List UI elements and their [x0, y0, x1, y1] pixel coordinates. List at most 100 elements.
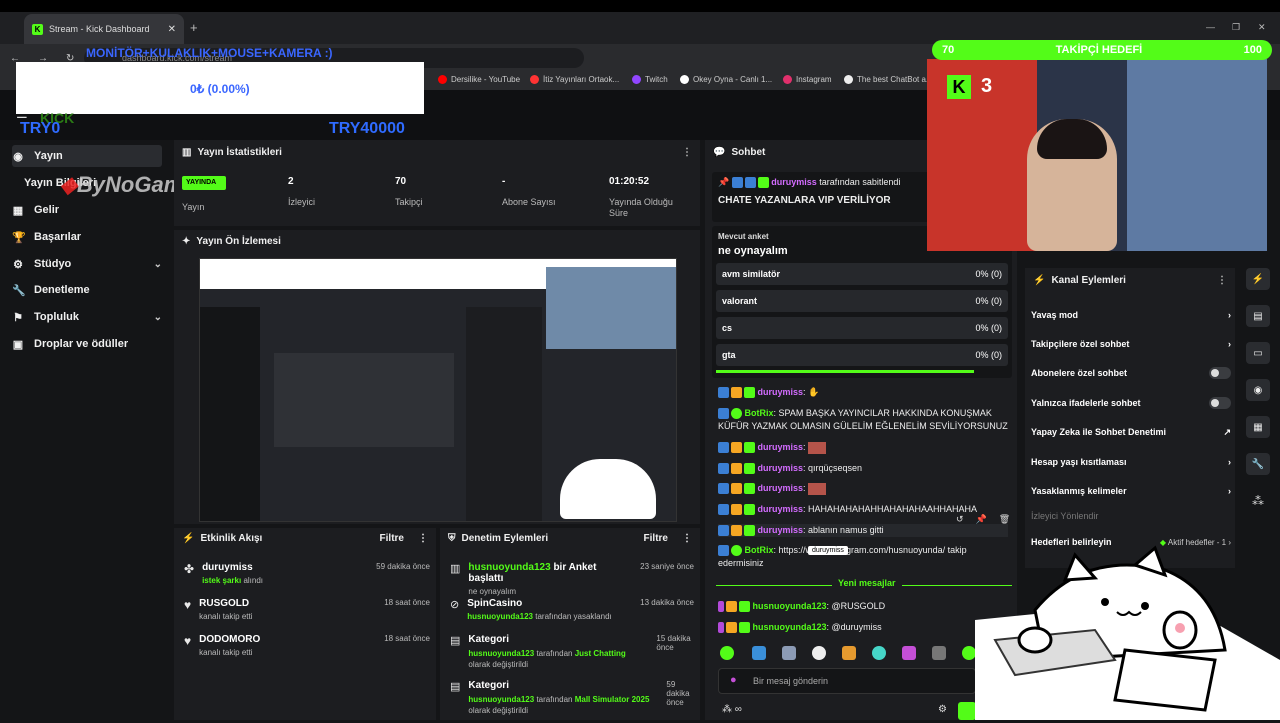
donation-goal-min: TRY0 [20, 120, 61, 137]
kick-icon: K [947, 75, 971, 99]
twitch-icon [632, 75, 641, 84]
sidebar-item-droplar[interactable]: ▣ Droplar ve ödüller [12, 333, 162, 355]
chevron-down-icon: ⌄ [153, 311, 162, 323]
activity-item: ✤ duruymiss istek şarkı alındı 59 dakika ön… [184, 562, 430, 585]
broadcast-icon: ◉ [1253, 384, 1263, 396]
chat-input[interactable]: Bir mesaj gönderin [718, 668, 976, 694]
poll-option[interactable]: valorant 0% (0) [716, 290, 1008, 312]
more-icon[interactable]: ⋮ [1217, 275, 1227, 286]
bolt-icon: ⚡ [1251, 273, 1265, 285]
bookmark-instagram[interactable]: Instagram [783, 75, 832, 84]
send-button[interactable] [958, 702, 976, 720]
stat-subscribers: - Abone Sayısı [502, 176, 556, 207]
emote-icon[interactable] [752, 646, 766, 660]
rail-layout-button[interactable]: ▦ [1246, 416, 1270, 438]
poll-option[interactable]: gta 0% (0) [716, 344, 1008, 366]
follower-goal-bar: 70 TAKİPÇİ HEDEFİ 100 [932, 40, 1272, 60]
moderation-filter-button[interactable]: Filtre [644, 533, 668, 544]
poll-label: Mevcut anket [718, 232, 769, 241]
bookmark-youtube[interactable]: Dersilike - YouTube [438, 75, 520, 84]
chat-message: duruymiss: [718, 441, 1008, 454]
action-subs-only[interactable]: Abonelere özel sohbet [1031, 366, 1231, 380]
emote-icon[interactable] [782, 646, 796, 660]
emote-icon[interactable] [932, 646, 946, 660]
dollar-icon: ▦ [12, 204, 24, 217]
rail-broadcast-button[interactable]: ◉ [1246, 379, 1270, 401]
bongo-cat-image [975, 545, 1280, 720]
subs-only-toggle[interactable] [1209, 367, 1231, 379]
bookmark-chatbot[interactable]: The best ChatBot a... [844, 75, 933, 84]
emote-icon[interactable] [812, 646, 826, 660]
bookmark-twitch[interactable]: Twitch [632, 75, 668, 84]
emotes-only-toggle[interactable] [1209, 397, 1231, 409]
rail-bolt-button[interactable]: ⚡ [1246, 268, 1270, 290]
follower-goal-current: 70 [942, 44, 955, 56]
rail-community-icon[interactable]: ⁂ [1252, 494, 1264, 508]
username-tooltip: duruymiss [808, 546, 848, 555]
emote-icon[interactable] [962, 646, 976, 660]
emote-icon [808, 441, 827, 454]
new-tab-icon[interactable]: + [190, 20, 198, 35]
action-redirect-viewers: İzleyici Yönlendir [1031, 511, 1099, 521]
category-icon: ▤ [450, 635, 461, 647]
activity-header: ⚡ Etkinlik Akışı Filtre ⋮ [182, 532, 428, 544]
moderation-header: ⛨ Denetim Eylemleri Filtre ⋮ [448, 532, 692, 544]
webcam-overlay: K 3 [927, 59, 1267, 251]
sidebar-item-yayin[interactable]: ◉ Yayın [12, 145, 162, 167]
bookmark-itiz[interactable]: İtiz Yayınları Ortaok... [530, 75, 619, 84]
poll-option[interactable]: cs 0% (0) [716, 317, 1008, 339]
chat-message: husnuoyunda123: @duruymiss [718, 621, 1008, 634]
chat-users-icon[interactable]: ⁂ ∞ [722, 704, 742, 715]
action-account-age[interactable]: Hesap yaşı kısıtlaması › [1031, 455, 1231, 469]
sidebar-item-topluluk[interactable]: ⚑ Topluluk ⌄ [12, 306, 162, 328]
minimize-icon[interactable]: — [1206, 22, 1215, 32]
stats-header: ▥ Yayın İstatistikleri ⋮ [182, 146, 692, 158]
action-emotes-only[interactable]: Yalnızca ifadelerle sohbet [1031, 396, 1231, 410]
rail-chat-button[interactable]: ▭ [1246, 342, 1270, 364]
mic-icon[interactable]: ● [730, 674, 737, 686]
pin-icon[interactable]: 📌 [976, 514, 987, 525]
reply-icon[interactable]: ↺ [956, 514, 964, 525]
activity-filter-button[interactable]: Filtre [380, 533, 404, 544]
kick-count: 3 [981, 75, 993, 97]
rail-notes-button[interactable]: ▤ [1246, 305, 1270, 327]
chevron-right-icon: › [1228, 457, 1231, 467]
close-window-icon[interactable]: ✕ [1258, 22, 1266, 33]
poll-icon: ▥ [450, 563, 461, 575]
emote-icon[interactable] [872, 646, 886, 660]
preview-sidebar [200, 307, 260, 521]
emote-icon: ✋ [808, 387, 820, 397]
activity-item: ♥ DODOMORO kanalı takip etti 18 saat önce [184, 634, 430, 657]
maximize-icon[interactable]: ❐ [1232, 22, 1240, 33]
chat-message-hovered[interactable]: duruymiss: ablanın namus gitti [718, 524, 1008, 537]
action-slow-mode[interactable]: Yavaş mod › [1031, 308, 1231, 322]
wrench-icon: 🔧 [12, 284, 26, 297]
delete-icon[interactable]: 🗑 [999, 514, 1010, 525]
emote-icon[interactable] [842, 646, 856, 660]
action-followers-only[interactable]: Takipçilere özel sohbet › [1031, 337, 1231, 351]
more-icon[interactable]: ⋮ [418, 533, 428, 544]
emote-icon [808, 482, 827, 495]
emote-icon[interactable] [902, 646, 916, 660]
youtube-icon [438, 75, 447, 84]
emote-icon[interactable] [720, 646, 734, 660]
chat-settings-icon[interactable]: ⚙ [938, 704, 947, 715]
sidebar-item-basarilar[interactable]: 🏆 Başarılar [12, 226, 162, 248]
sidebar-item-studyo[interactable]: ⚙ Stüdyo ⌄ [12, 253, 162, 275]
poll-option[interactable]: avm similatör 0% (0) [716, 263, 1008, 285]
more-icon[interactable]: ⋮ [682, 147, 692, 158]
sidebar-item-gelir[interactable]: ▦ Gelir [12, 199, 162, 221]
close-tab-icon[interactable]: ✕ [168, 24, 176, 35]
new-messages-label: Yeni mesajlar [832, 578, 902, 588]
rail-tools-button[interactable]: 🔧 [1246, 453, 1270, 475]
stat-followers: 70 Takipçi [395, 176, 423, 207]
bookmark-okey[interactable]: Okey Oyna - Canlı 1... [680, 75, 772, 84]
browser-tab[interactable]: K Stream - Kick Dashboard ✕ [24, 14, 184, 44]
sidebar-item-denetleme[interactable]: 🔧 Denetleme [12, 279, 162, 301]
more-icon[interactable]: ⋮ [682, 533, 692, 544]
chat-icon: 💬 [713, 146, 726, 158]
action-banned-words[interactable]: Yasaklanmış kelimeler › [1031, 484, 1231, 498]
chat-message: duruymiss: [718, 482, 1008, 495]
action-ai-moderation[interactable]: Yapay Zeka ile Sohbet Denetimi ↗ [1031, 425, 1231, 439]
request-icon: ✤ [184, 562, 195, 576]
